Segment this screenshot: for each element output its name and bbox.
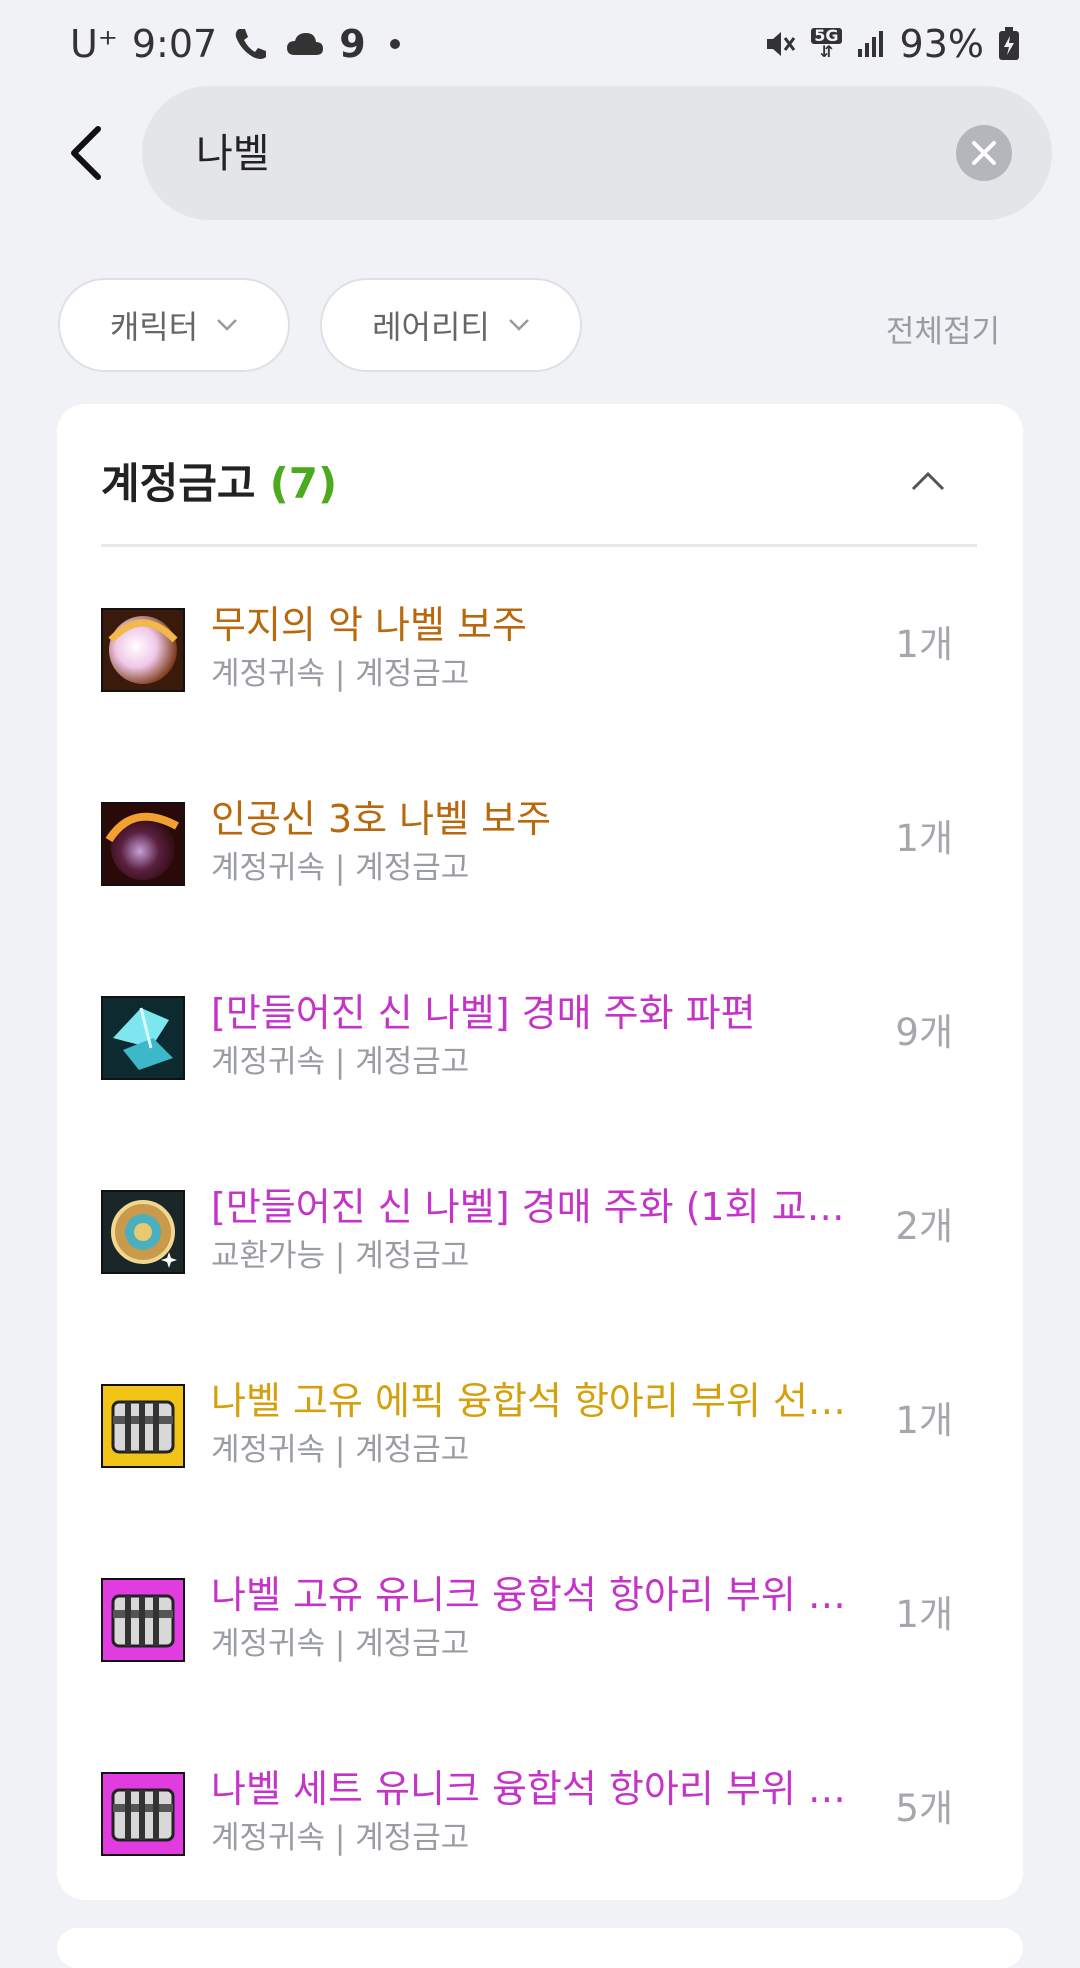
orb-icon — [101, 802, 185, 886]
item-name: 무지의 악 나벨 보주 — [211, 603, 527, 647]
item-binding: 계정귀속 | 계정금고 — [211, 1626, 470, 1662]
item-quantity: 5개 — [895, 1787, 953, 1830]
status-left: U⁺ 9:07 9 — [70, 22, 400, 66]
item-quantity: 9개 — [895, 1011, 953, 1054]
chevron-left-icon — [71, 126, 101, 180]
item-name: 나벨 고유 에픽 융합석 항아리 부위 선택 상… — [211, 1379, 851, 1423]
list-item[interactable]: 인공신 3호 나벨 보주 계정귀속 | 계정금고 1개 — [101, 788, 977, 928]
list-item[interactable]: 나벨 고유 에픽 융합석 항아리 부위 선택 상… 계정귀속 | 계정금고 1개 — [101, 1370, 977, 1510]
list-item[interactable]: 나벨 고유 유니크 융합석 항아리 부위 선택 … 계정귀속 | 계정금고 1개 — [101, 1564, 977, 1704]
notification-badge: 9 — [339, 22, 366, 66]
status-bar: U⁺ 9:07 9 5G ⇵ 93% — [0, 0, 1080, 96]
section-count: (7) — [269, 459, 338, 508]
battery-icon — [998, 27, 1020, 61]
signal-icon — [856, 29, 886, 59]
rarity-filter-dropdown[interactable]: 레어리티 — [320, 278, 582, 372]
carrier-label: U⁺ — [70, 22, 118, 66]
chest-unique-icon — [101, 1772, 185, 1856]
rarity-filter-label: 레어리티 — [372, 308, 490, 346]
item-quantity: 1개 — [895, 817, 953, 860]
item-name: [만들어진 신 나벨] 경매 주화 파편 — [211, 991, 756, 1035]
clear-search-button[interactable] — [956, 125, 1012, 181]
cloud-icon — [285, 29, 325, 59]
item-quantity: 2개 — [895, 1205, 953, 1248]
item-binding: 교환가능 | 계정금고 — [211, 1238, 470, 1274]
list-item[interactable]: 무지의 악 나벨 보주 계정귀속 | 계정금고 1개 — [101, 594, 977, 734]
item-binding: 계정귀속 | 계정금고 — [211, 656, 470, 692]
call-icon — [231, 25, 271, 63]
clock: 9:07 — [131, 22, 218, 66]
chevron-down-icon — [217, 319, 238, 331]
item-quantity: 1개 — [895, 1593, 953, 1636]
item-quantity: 1개 — [895, 1399, 953, 1442]
character-filter-dropdown[interactable]: 캐릭터 — [58, 278, 290, 372]
search-input[interactable] — [194, 86, 898, 222]
item-name: 인공신 3호 나벨 보주 — [211, 797, 552, 841]
section-title: 계정금고 — [101, 459, 256, 508]
coin-shard-icon — [101, 996, 185, 1080]
item-name: 나벨 고유 유니크 융합석 항아리 부위 선택 … — [211, 1573, 851, 1617]
orb-icon — [101, 608, 185, 692]
item-name: 나벨 세트 유니크 융합석 항아리 부위 선택 … — [211, 1767, 851, 1811]
list-item[interactable]: [만들어진 신 나벨] 경매 주화 (1회 교환 가능) 교환가능 | 계정금고… — [101, 1176, 977, 1316]
chest-unique-icon — [101, 1578, 185, 1662]
collapse-all-button[interactable]: 전체접기 — [886, 306, 1000, 351]
section-collapse-toggle[interactable] — [903, 456, 953, 506]
item-binding: 계정귀속 | 계정금고 — [211, 1044, 470, 1080]
notification-dot — [389, 39, 400, 49]
battery-percent: 93% — [899, 22, 984, 66]
list-item[interactable]: 나벨 세트 유니크 융합석 항아리 부위 선택 … 계정귀속 | 계정금고 5개 — [101, 1758, 977, 1898]
back-button[interactable] — [58, 118, 114, 188]
section-header[interactable]: 계정금고 (7) — [101, 444, 977, 547]
item-binding: 계정귀속 | 계정금고 — [211, 1432, 470, 1468]
coin-icon — [101, 1190, 185, 1274]
mute-icon — [763, 27, 797, 61]
next-section-card — [57, 1928, 1023, 1968]
account-storage-section: 계정금고 (7) 무지의 악 나벨 보주 계정귀속 | 계정금고 1개 인공신 3… — [57, 404, 1023, 1900]
chevron-down-icon — [508, 319, 529, 331]
item-quantity: 1개 — [895, 623, 953, 666]
chevron-up-icon — [911, 471, 945, 491]
status-right: 5G ⇵ 93% — [763, 22, 1020, 66]
item-name: [만들어진 신 나벨] 경매 주화 (1회 교환 가능) — [211, 1185, 851, 1229]
item-binding: 계정귀속 | 계정금고 — [211, 1820, 470, 1856]
network-5g-icon: 5G ⇵ — [811, 28, 842, 60]
character-filter-label: 캐릭터 — [109, 308, 199, 346]
chest-epic-icon — [101, 1384, 185, 1468]
section-title-wrap: 계정금고 (7) — [101, 450, 337, 511]
search-bar[interactable] — [142, 86, 1052, 222]
item-binding: 계정귀속 | 계정금고 — [211, 850, 470, 886]
close-icon — [972, 141, 996, 165]
list-item[interactable]: [만들어진 신 나벨] 경매 주화 파편 계정귀속 | 계정금고 9개 — [101, 982, 977, 1122]
